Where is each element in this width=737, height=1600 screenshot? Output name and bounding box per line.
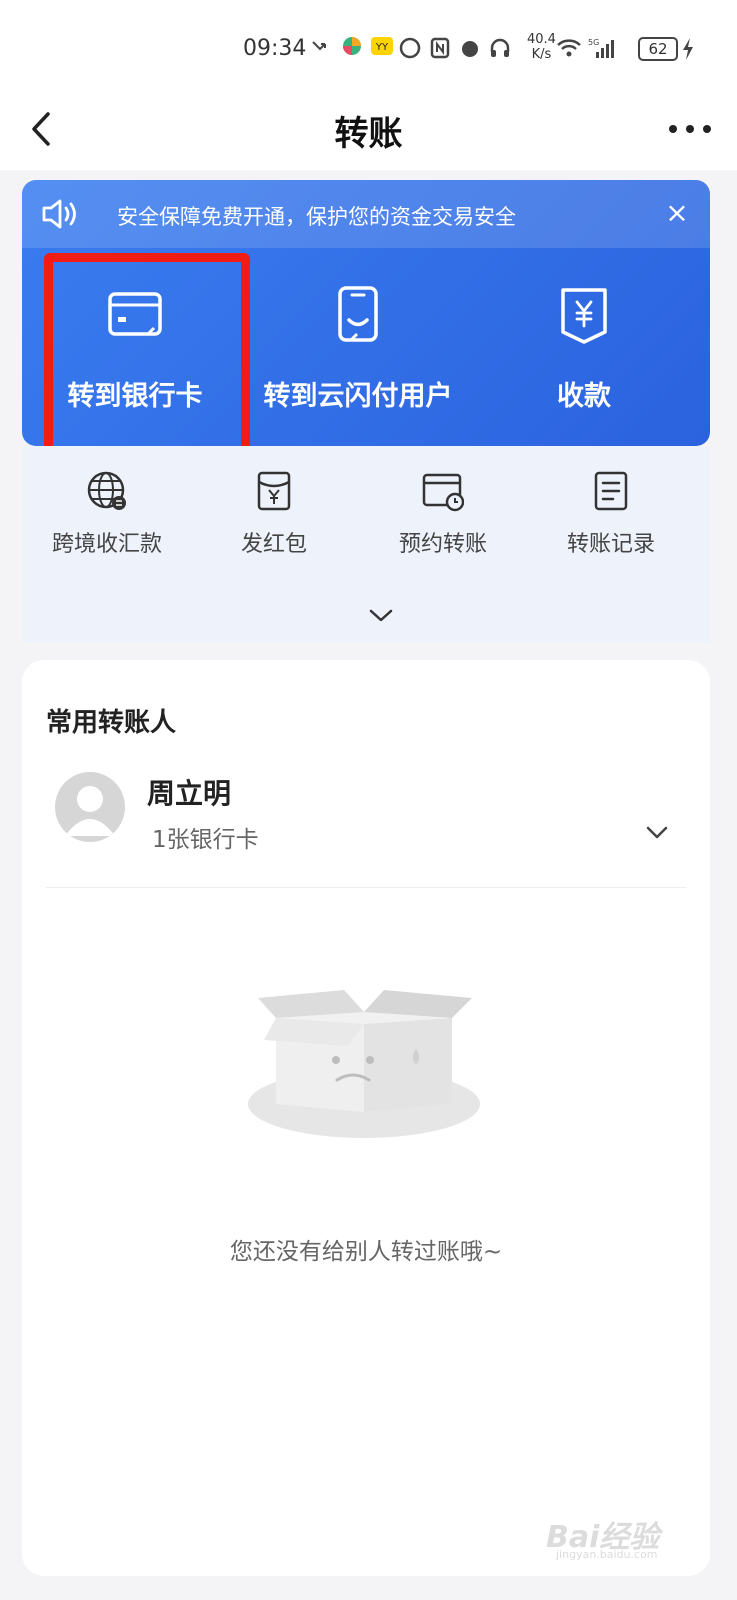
headphones-icon — [490, 38, 510, 57]
nav-bar: 转账 — [0, 90, 737, 170]
speaker-icon — [42, 199, 76, 229]
app-colorful-icon — [343, 37, 361, 55]
missed-call-icon — [312, 41, 326, 51]
red-envelope-icon — [257, 471, 291, 511]
network-label: 5G — [588, 38, 599, 47]
nfc-icon — [430, 37, 450, 59]
network-speed: 40.4 K/s — [527, 32, 556, 62]
watermark-url: jingyan.baidu.com — [556, 1548, 658, 1561]
battery-indicator: 62 — [638, 37, 678, 61]
page-title: 转账 — [334, 114, 403, 154]
alarm-icon — [462, 41, 478, 57]
sub-action-label: 转账记录 — [566, 532, 655, 557]
cellular-signal-icon: 5G — [588, 38, 614, 58]
contact-row[interactable]: 周立明 1张银行卡 — [22, 760, 710, 888]
transfer-to-bank-card-button[interactable]: 转到银行卡 — [22, 248, 248, 446]
transfer-records-button[interactable]: 转账记录 — [531, 470, 691, 570]
main-action-label: 转到银行卡 — [67, 381, 203, 412]
contact-name: 周立明 — [147, 777, 232, 810]
sub-action-label: 发红包 — [240, 532, 307, 557]
scheduled-transfer-button[interactable]: 预约转账 — [363, 470, 523, 570]
wifi-icon — [557, 39, 581, 57]
yuan-receive-icon — [561, 288, 607, 344]
network-speed-value: 40.4 — [527, 32, 556, 47]
close-icon[interactable]: × — [662, 196, 692, 230]
network-speed-unit: K/s — [531, 47, 552, 62]
charging-icon — [683, 38, 693, 60]
divider — [46, 887, 686, 888]
transfer-main-panel: 安全保障免费开通，保护您的资金交易安全 × 转到银行卡 转到云闪付用户 收款 — [22, 180, 710, 446]
bank-card-icon — [108, 292, 162, 336]
security-notice-text: 安全保障免费开通，保护您的资金交易安全 — [117, 205, 516, 229]
sub-action-label: 跨境收汇款 — [51, 532, 162, 557]
user-phone-icon — [338, 286, 378, 342]
signal-icons: 5G — [556, 36, 618, 60]
yy-app-icon: YY — [371, 37, 393, 55]
transfer-to-user-button[interactable]: 转到云闪付用户 — [248, 248, 468, 446]
system-icons — [398, 36, 512, 60]
main-action-label: 转到云闪付用户 — [263, 381, 453, 412]
secondary-actions-panel: 跨境收汇款 发红包 预约转账 转账记录 — [22, 446, 710, 642]
avatar — [55, 772, 125, 842]
scheduled-transfer-icon — [422, 473, 464, 512]
section-title: 常用转账人 — [46, 708, 177, 738]
security-notice-bar[interactable]: 安全保障免费开通，保护您的资金交易安全 × — [22, 180, 710, 248]
chevron-down-icon[interactable] — [644, 824, 670, 842]
svg-text:YY: YY — [375, 42, 389, 53]
status-time: 09:34 — [243, 36, 307, 61]
sub-action-label: 预约转账 — [398, 532, 487, 557]
records-icon — [594, 471, 628, 511]
cross-border-remittance-button[interactable]: 跨境收汇款 — [27, 470, 187, 570]
frequent-contacts-card: 常用转账人 周立明 1张银行卡 您还没有给别人转过账哦~ — [22, 660, 710, 1576]
contact-detail: 1张银行卡 — [152, 827, 259, 853]
more-menu-icon[interactable] — [665, 116, 715, 142]
sync-icon — [399, 37, 421, 59]
main-action-label: 收款 — [557, 381, 611, 412]
globe-icon — [87, 471, 126, 510]
red-envelope-button[interactable]: 发红包 — [194, 470, 354, 570]
default-avatar-icon — [65, 786, 115, 836]
empty-state-text: 您还没有给别人转过账哦~ — [229, 1239, 503, 1265]
empty-box-illustration — [248, 990, 480, 1138]
notification-icons: YY — [310, 34, 394, 58]
status-bar: 09:34 YY 40.4 K/s 5G 62 — [0, 0, 737, 90]
expand-chevron-icon[interactable] — [366, 606, 396, 626]
receive-payment-button[interactable]: 收款 — [476, 248, 692, 446]
